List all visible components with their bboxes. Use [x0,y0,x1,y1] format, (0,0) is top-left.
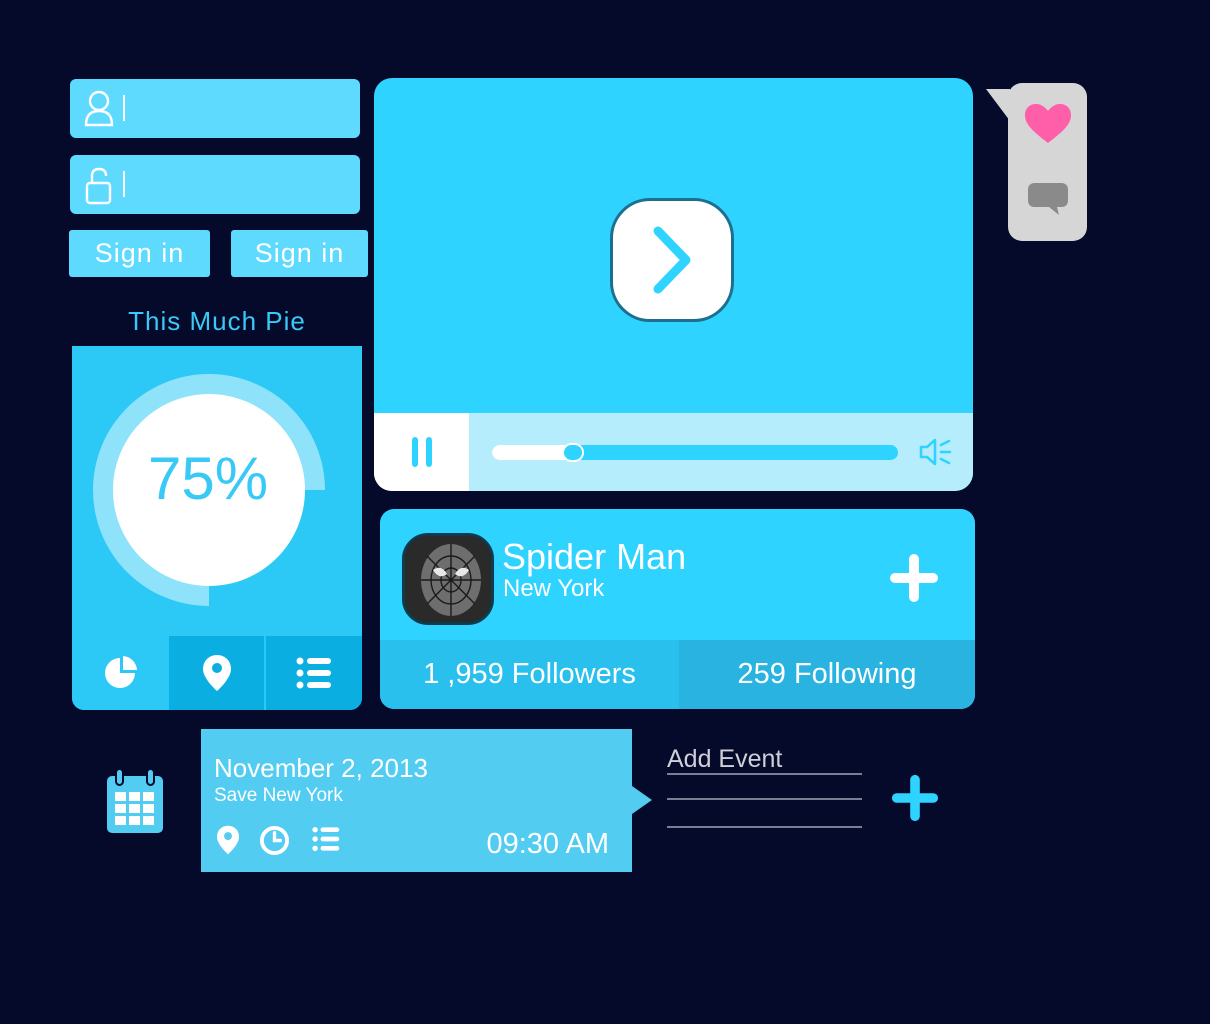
user-icon [84,90,114,127]
tab-pie-chart[interactable] [72,636,169,710]
text-caret [123,95,125,121]
avatar[interactable] [402,533,494,625]
event-input-line[interactable] [667,798,862,800]
reaction-bubble [1008,83,1087,241]
profile-name: Spider Man [502,536,687,577]
unlock-icon [85,167,112,205]
password-field[interactable] [70,155,360,214]
heart-icon[interactable] [1024,103,1072,145]
chevron-right-icon [653,226,691,294]
event-card-pointer [632,786,652,814]
location-pin-icon[interactable] [216,825,240,855]
pie-title: This Much Pie [128,306,306,336]
event-time: 09:30 AM [486,828,609,860]
text-caret [123,171,125,197]
event-input-line[interactable] [667,826,862,828]
following-stat[interactable]: 259 Following [679,640,975,709]
add-event-input[interactable] [667,745,862,775]
pie-tab-bar [72,636,362,710]
username-field[interactable] [70,79,360,138]
pause-icon [411,437,432,467]
plus-icon[interactable] [888,552,940,604]
profile-card: Spider Man New York 1 ,959 Followers 259… [380,509,975,709]
video-controls [374,413,973,491]
add-event-plus-icon[interactable] [890,773,940,823]
pie-percent-label: 75% [147,445,269,512]
sign-in-button-alt[interactable]: Sign in [231,230,368,277]
sign-in-button[interactable]: Sign in [69,230,210,277]
spider-man-avatar-image [405,536,491,622]
location-pin-icon [202,655,231,691]
clock-icon[interactable] [259,825,290,856]
volume-icon[interactable] [919,437,953,467]
event-subtitle: Save New York [214,785,343,806]
video-progress-thumb[interactable] [562,443,585,462]
profile-location: New York [503,575,605,602]
list-icon [296,657,331,689]
event-date: November 2, 2013 [214,753,428,783]
event-card[interactable]: November 2, 2013 Save New York 09:30 AM [201,729,632,872]
tab-list[interactable] [264,636,362,710]
followers-stat[interactable]: 1 ,959 Followers [380,640,679,709]
password-input[interactable] [130,165,350,205]
pie-chart-icon [104,656,137,688]
video-progress-fill [492,445,574,460]
tab-location[interactable] [169,636,264,710]
comment-icon[interactable] [1027,181,1069,217]
video-player [374,78,973,491]
bubble-tail [986,89,1010,121]
video-progress-bar[interactable] [492,443,898,462]
pause-button[interactable] [374,413,469,491]
calendar-icon[interactable] [106,768,164,834]
play-button[interactable] [610,198,734,322]
pie-card: 75% [72,346,362,710]
list-icon[interactable] [312,825,340,853]
username-input[interactable] [130,89,350,129]
